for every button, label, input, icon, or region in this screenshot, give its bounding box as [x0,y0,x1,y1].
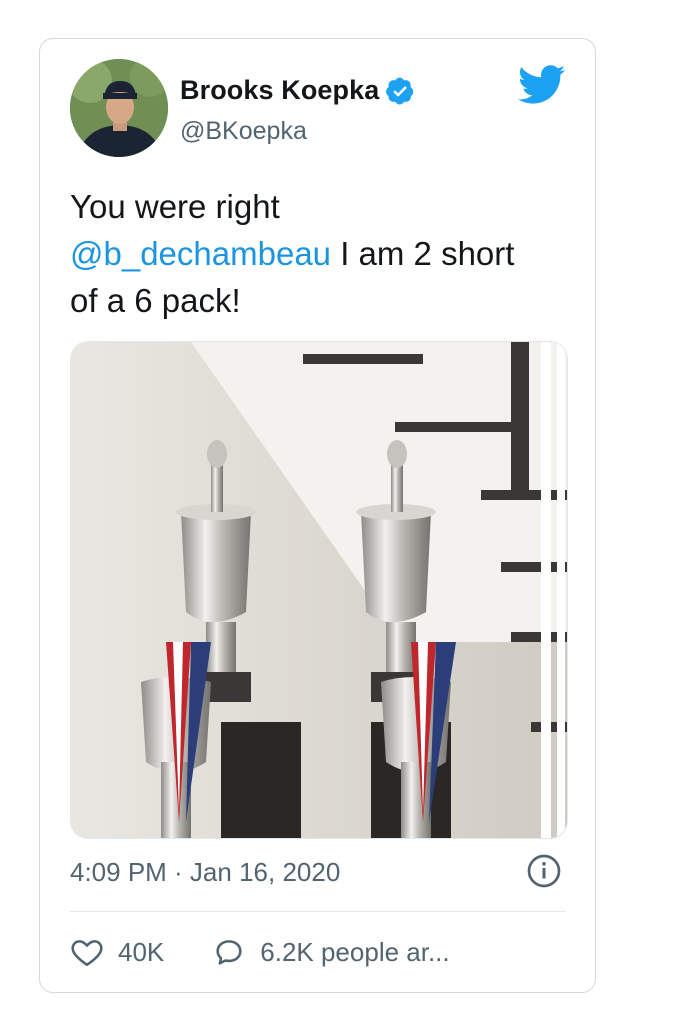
tweet-text-before: You were right [70,188,280,225]
avatar[interactable] [70,59,168,157]
tweet-card[interactable]: Brooks Koepka @BKoepka You were right @b_… [39,38,596,993]
verified-badge-icon [386,77,414,104]
speech-bubble-icon [216,940,242,965]
tweet-photo[interactable] [70,341,568,839]
reply-button[interactable]: 6.2K people ar... [212,935,450,969]
info-icon[interactable] [526,853,562,889]
heart-icon [71,940,103,967]
like-count: 40K [118,936,165,967]
author-handle[interactable]: @BKoepka [180,117,307,146]
divider [70,911,566,912]
author-name[interactable]: Brooks Koepka [180,75,379,106]
reply-count: 6.2K people ar... [260,936,450,967]
tweet-text: You were right @b_dechambeau I am 2 short… [70,183,540,324]
author-row: Brooks Koepka [180,75,415,106]
tweet-timestamp[interactable]: 4:09 PM · Jan 16, 2020 [70,857,340,888]
mention-link[interactable]: @b_dechambeau [70,235,331,272]
like-button[interactable]: 40K [70,935,164,969]
trophies-photo [71,342,567,838]
twitter-bird-icon[interactable] [518,65,566,105]
action-bar: 40K 6.2K people ar... [70,935,450,969]
